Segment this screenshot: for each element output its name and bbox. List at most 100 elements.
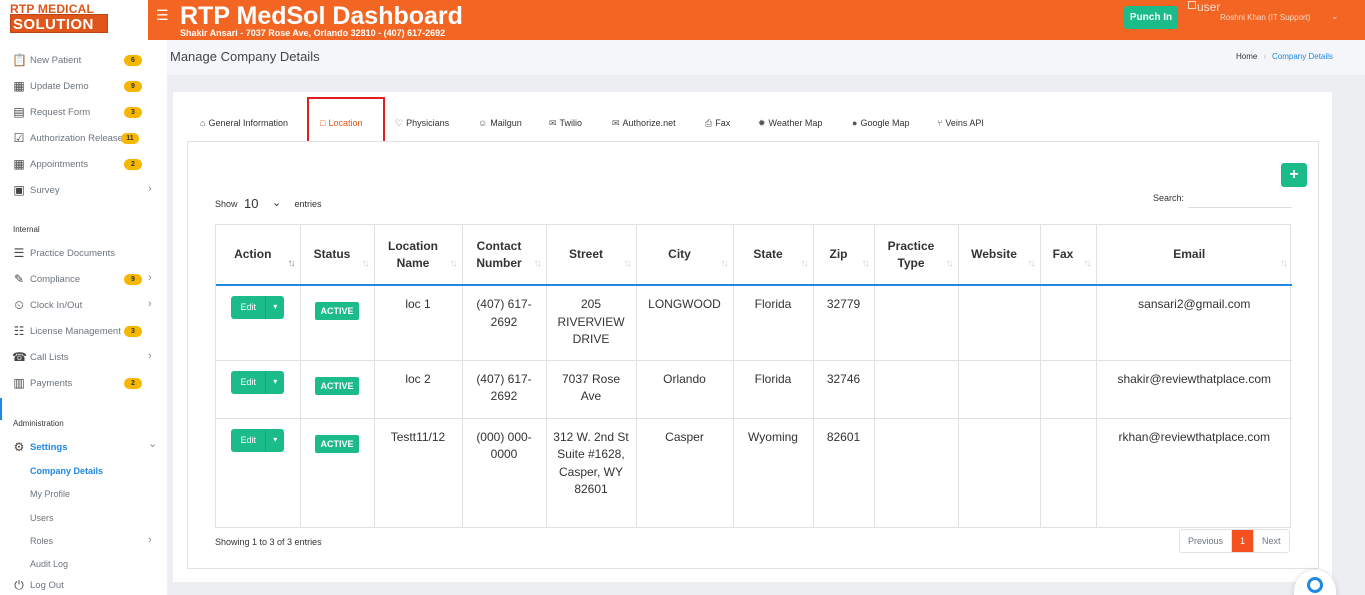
column-header-practice-type[interactable]: Practice Type ↑↓ [874, 225, 959, 286]
column-header-fax[interactable]: Fax ↑↓ [1040, 225, 1097, 286]
cell-contact: (407) 617-2692 [462, 359, 547, 418]
caret-down-icon[interactable]: ▾ [265, 296, 284, 319]
tab-mailgun[interactable]: ☺ Mailgun [478, 118, 522, 130]
tab-fax[interactable]: ⎙ Fax [705, 118, 730, 130]
sidebar-item-request-form[interactable]: ▤ Request Form 3 [0, 102, 167, 124]
breadcrumb-current: Company Details [1272, 52, 1333, 61]
sort-icon: ↑↓ [287, 258, 296, 269]
breadcrumb-home[interactable]: Home [1236, 52, 1257, 61]
column-header-street[interactable]: Street ↑↓ [546, 225, 637, 286]
sidebar-item-clock-in-out[interactable]: ⏲ Clock In/Out › [0, 295, 167, 317]
tab-label: Physicians [406, 118, 450, 128]
cell-email: sansari2@gmail.com [1096, 284, 1292, 360]
tab-label: Veins API [945, 118, 984, 128]
sidebar-item-label: Survey [30, 185, 60, 196]
sidebar-item-new-patient[interactable]: 📋 New Patient 6 [0, 50, 167, 72]
settings-sub-audit-log[interactable]: Audit Log [30, 559, 68, 569]
table-row: Edit ▾ ACTIVE Testt11/12 (000) 000-0000 312 W… [216, 417, 1292, 528]
count-badge: 11 [121, 133, 139, 144]
sidebar-item-label: Request Form [30, 107, 91, 118]
sort-icon: ↑↓ [449, 258, 458, 269]
edit-button[interactable]: Edit ▾ [231, 296, 285, 319]
cell-zip: 82601 [813, 417, 875, 528]
column-header-contact-number[interactable]: Contact Number ↑↓ [462, 225, 547, 286]
sidebar-item-log-out[interactable]: ⏻ Log Out [0, 575, 167, 595]
tab-authorize-net[interactable]: ✉ Authorize.net [612, 118, 676, 130]
column-header-website[interactable]: Website ↑↓ [958, 225, 1041, 286]
column-header-status[interactable]: Status ↑↓ [300, 225, 375, 286]
sidebar-item-payments[interactable]: ▥ Payments 2 [0, 373, 167, 395]
sidebar-item-settings[interactable]: ⚙ Settings ⌄ [0, 437, 167, 459]
sidebar-item-authorization-release[interactable]: ☑ Authorization Release 11 [0, 128, 167, 150]
count-badge: 6 [124, 55, 142, 66]
punch-in-button[interactable]: Punch In [1124, 6, 1178, 29]
settings-sub-users[interactable]: Users [30, 513, 54, 523]
tab-label: Authorize.net [622, 118, 676, 128]
sidebar-item-survey[interactable]: ▣ Survey › [0, 180, 167, 202]
entries-select[interactable]: 10 ⌄ [244, 196, 288, 211]
cell-website [958, 417, 1041, 528]
sidebar-item-compliance[interactable]: ✎ Compliance 9 › [0, 269, 167, 291]
tab-physicians[interactable]: ♡ Physicians [395, 118, 449, 130]
caret-down-icon[interactable]: ▾ [265, 428, 284, 452]
tab-general-information[interactable]: ⌂ General Information [200, 118, 288, 130]
action-cell: Edit ▾ [216, 359, 301, 418]
entries-length-control: Show 10 ⌄ entries [215, 195, 322, 211]
status-badge: ACTIVE [315, 376, 359, 395]
column-header-label: Action [234, 247, 272, 261]
user-avatar: user [1188, 1, 1220, 13]
sidebar-item-call-lists[interactable]: ☎ Call Lists › [0, 347, 167, 369]
tab-label: Twilio [559, 118, 583, 128]
column-header-label: Zip [829, 247, 848, 261]
sort-icon: ↑↓ [361, 258, 370, 269]
status-badge: ACTIVE [315, 302, 359, 320]
hamburger-icon[interactable]: ☰ [156, 8, 169, 22]
breadcrumb: Home › Company Details [1236, 52, 1333, 61]
column-header-label: Practice Type [887, 238, 935, 270]
map-marker-icon: ● [852, 118, 858, 128]
calendar-icon: ▦ [13, 79, 25, 93]
tab-weather-map[interactable]: ✹ Weather Map [758, 118, 822, 130]
tab-veins-api[interactable]: ⑂ Veins API [937, 118, 984, 130]
column-header-location-name[interactable]: Location Name ↑↓ [374, 225, 463, 286]
column-header-city[interactable]: City ↑↓ [636, 225, 734, 286]
action-cell: Edit ▾ [216, 417, 301, 528]
entries-value: 10 [244, 196, 259, 211]
settings-sub-roles[interactable]: Roles [30, 536, 53, 546]
sidebar-item-license-management[interactable]: ☷ License Management 3 [0, 321, 167, 343]
edit-button[interactable]: Edit ▾ [231, 370, 285, 394]
sort-icon: ↑↓ [1083, 258, 1092, 269]
settings-sub-company-details[interactable]: Company Details [30, 466, 103, 476]
pagination: Previous 1 Next [1179, 529, 1290, 553]
page-1-button[interactable]: 1 [1232, 530, 1254, 552]
sidebar-item-update-demo[interactable]: ▦ Update Demo 9 [0, 76, 167, 98]
settings-sub-my-profile[interactable]: My Profile [30, 489, 70, 499]
cell-location-name: Testt11/12 [374, 417, 463, 528]
previous-page-button[interactable]: Previous [1180, 530, 1233, 552]
tab-label: Weather Map [768, 118, 823, 128]
cell-state: Florida [733, 359, 814, 418]
cell-state: Wyoming [733, 417, 814, 528]
heart-icon: ♡ [395, 118, 404, 128]
document-check-icon: ☑ [13, 131, 25, 145]
column-header-action[interactable]: Action ↑↓ [216, 225, 301, 286]
tab-google-map[interactable]: ● Google Map [852, 118, 909, 130]
logo[interactable]: RTP MEDICAL SOLUTION [0, 0, 148, 40]
column-header-zip[interactable]: Zip ↑↓ [813, 225, 875, 286]
status-cell: ACTIVE [300, 417, 375, 528]
sidebar-item-appointments[interactable]: ▦ Appointments 2 [0, 154, 167, 176]
add-location-button[interactable]: + [1281, 163, 1307, 187]
tab-twilio[interactable]: ✉ Twilio [549, 118, 582, 130]
caret-down-icon[interactable]: ▾ [265, 370, 284, 394]
envelope-icon: ✉ [612, 118, 620, 128]
sidebar-item-practice-documents[interactable]: ☰ Practice Documents [0, 243, 167, 265]
edit-button[interactable]: Edit ▾ [231, 428, 285, 452]
chevron-down-icon: ⌄ [148, 438, 158, 450]
column-header-label: Website [971, 247, 1017, 261]
next-page-button[interactable]: Next [1253, 530, 1289, 552]
chevron-right-icon: › [148, 298, 152, 310]
table-row: Edit ▾ ACTIVE loc 2 (407) 617-2692 7037 Rose … [216, 359, 1292, 418]
column-header-state[interactable]: State ↑↓ [733, 225, 814, 286]
search-input[interactable] [1188, 188, 1292, 208]
column-header-email[interactable]: Email ↑↓ [1096, 225, 1292, 286]
